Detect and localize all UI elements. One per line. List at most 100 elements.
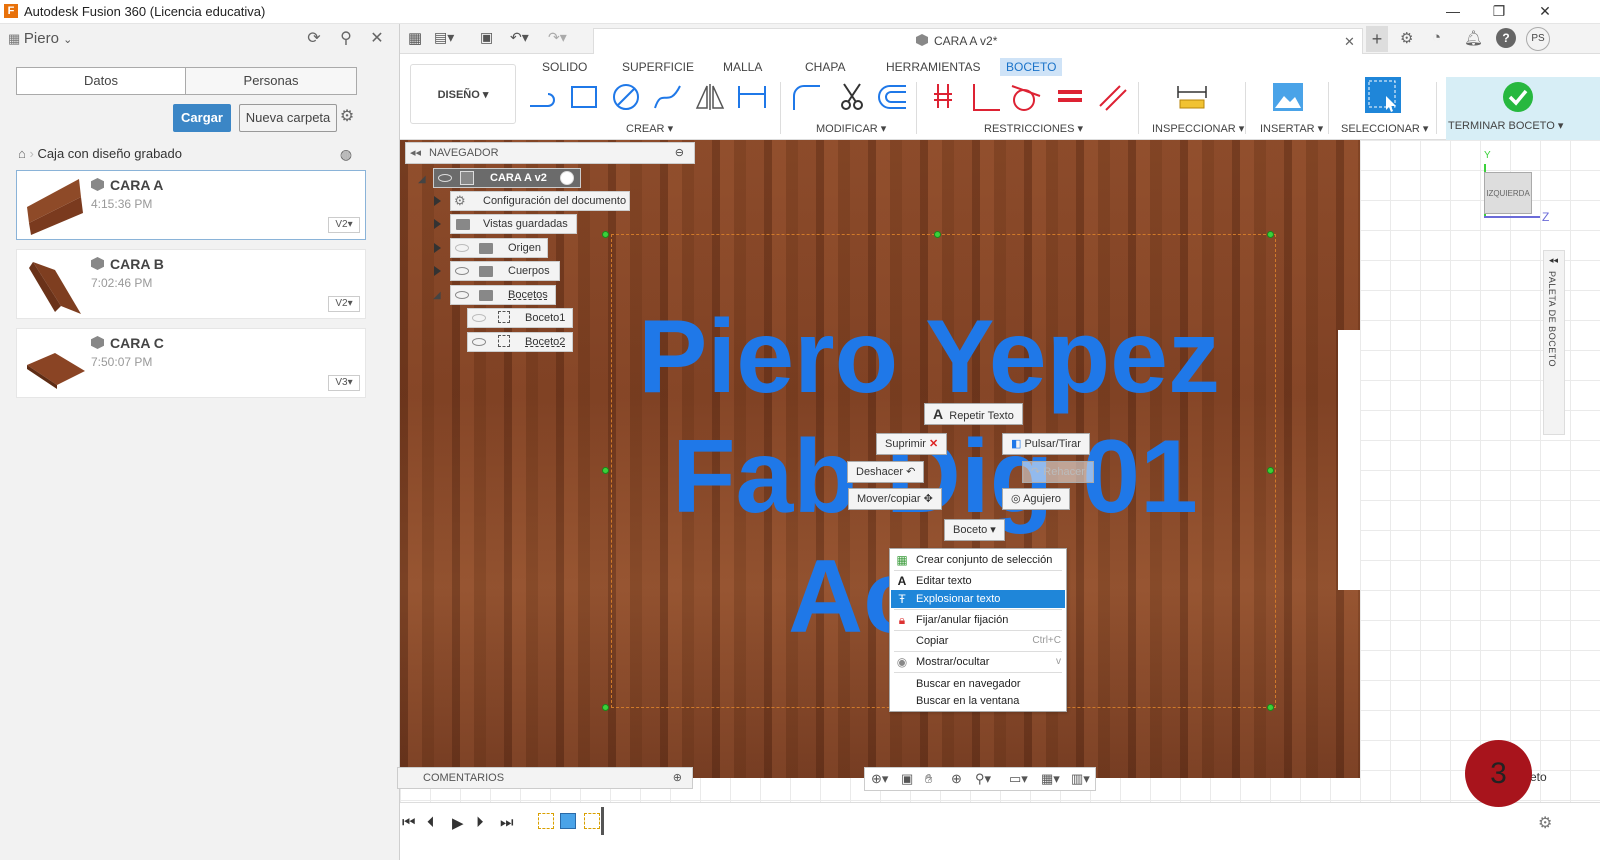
pan-icon[interactable]: ✋︎ bbox=[925, 771, 932, 787]
spline-tool-icon[interactable] bbox=[652, 82, 684, 112]
play-icon[interactable]: ▶︎ bbox=[452, 814, 464, 832]
close-icon[interactable]: ✕ bbox=[367, 29, 387, 49]
sketch-point[interactable] bbox=[1267, 704, 1274, 711]
activate-radio-icon[interactable] bbox=[560, 171, 574, 185]
version-dropdown[interactable]: V2▾ bbox=[328, 296, 360, 312]
visibility-eye-icon[interactable] bbox=[455, 291, 469, 299]
expand-arrow-icon[interactable] bbox=[434, 266, 441, 276]
navigator-root[interactable]: CARA A v2 bbox=[433, 168, 581, 188]
user-menu[interactable]: ▦ Piero ⌄ bbox=[8, 30, 72, 47]
dimension-tool-icon[interactable] bbox=[736, 82, 768, 112]
navigator-sketch-2[interactable]: Boceto2 bbox=[467, 332, 573, 352]
file-card-cara-c[interactable]: CARA C 7:50:07 PM V3▾ bbox=[16, 328, 366, 398]
redo-icon[interactable]: ↷▾ bbox=[548, 29, 567, 46]
menu-item-copy[interactable]: Copiar Ctrl+C bbox=[891, 632, 1065, 650]
navigator-header[interactable]: ◂◂ NAVEGADOR ⊖ bbox=[405, 142, 695, 164]
trim-tool-icon[interactable] bbox=[836, 82, 868, 112]
close-tab-icon[interactable]: ✕ bbox=[1344, 34, 1355, 50]
tab-solido[interactable]: SOLIDO bbox=[536, 58, 593, 76]
select-menu[interactable]: SELECCIONAR ▾ bbox=[1341, 122, 1428, 135]
line-tool-icon[interactable] bbox=[526, 82, 558, 112]
file-menu-icon[interactable]: ▤▾ bbox=[434, 29, 454, 46]
inspect-menu[interactable]: INSPECCIONAR ▾ bbox=[1152, 122, 1244, 135]
sketch-palette-tab[interactable]: ◂◂ PALETA DE BOCETO bbox=[1543, 250, 1565, 435]
constraints-menu[interactable]: RESTRICCIONES ▾ bbox=[984, 122, 1083, 135]
minimize-icon[interactable]: ⊖ bbox=[675, 143, 684, 163]
navigator-item-config[interactable]: ⚙ Configuración del documento bbox=[450, 191, 630, 211]
user-avatar[interactable]: PS bbox=[1526, 27, 1550, 51]
rectangle-tool-icon[interactable] bbox=[568, 82, 600, 112]
grid-menu-icon[interactable]: ▦ bbox=[408, 29, 422, 47]
expand-arrow-icon[interactable] bbox=[434, 243, 441, 253]
viewcube[interactable]: Y Z IZQUIERDA bbox=[1484, 150, 1549, 224]
zoom-icon[interactable]: ⊕ bbox=[951, 771, 962, 787]
menu-item-edit-text[interactable]: A Editar texto bbox=[891, 572, 1065, 590]
sketch-text-line-1[interactable]: Piero Yepez bbox=[638, 305, 1220, 409]
comments-panel[interactable]: COMENTARIOS ⊕ bbox=[397, 767, 693, 789]
viewcube-face[interactable]: IZQUIERDA bbox=[1484, 172, 1532, 214]
finish-sketch-button[interactable]: TERMINAR BOCETO ▾ bbox=[1446, 77, 1600, 140]
step-forward-icon[interactable]: ⏵︎ bbox=[476, 814, 484, 831]
gear-icon[interactable]: ⚙ bbox=[337, 107, 357, 127]
display-settings-icon[interactable]: ▭▾ bbox=[1009, 771, 1028, 787]
sketch-point[interactable] bbox=[934, 231, 941, 238]
marking-undo[interactable]: Deshacer ↶ bbox=[847, 461, 925, 483]
tab-datos[interactable]: Datos bbox=[16, 67, 186, 95]
grid-settings-icon[interactable]: ▦▾ bbox=[1041, 771, 1060, 787]
restore-button[interactable]: ❐ bbox=[1476, 0, 1522, 24]
job-status-icon[interactable]: ◔ bbox=[1432, 29, 1441, 46]
marking-move-copy[interactable]: Mover/copiar ✥ bbox=[848, 488, 942, 510]
globe-icon[interactable]: ◍ bbox=[336, 144, 356, 164]
breadcrumb-folder[interactable]: Caja con diseño grabado bbox=[37, 146, 182, 161]
measure-tool-icon[interactable] bbox=[1176, 82, 1208, 112]
menu-item-show-hide[interactable]: ◉ Mostrar/ocultar v bbox=[891, 653, 1065, 671]
modify-menu[interactable]: MODIFICAR ▾ bbox=[816, 122, 886, 135]
collapse-icon[interactable]: ◂◂ bbox=[406, 147, 429, 159]
document-tab[interactable]: CARA A v2* ✕ bbox=[593, 28, 1363, 54]
version-dropdown[interactable]: V2▾ bbox=[328, 217, 360, 233]
timeline-settings-icon[interactable]: ⚙ bbox=[1538, 813, 1552, 833]
mirror-tool-icon[interactable] bbox=[694, 82, 726, 112]
viewports-icon[interactable]: ▥▾ bbox=[1071, 771, 1090, 787]
perpendicular-constraint-icon[interactable] bbox=[970, 82, 1002, 112]
marking-repeat-text[interactable]: A Repetir Texto bbox=[924, 403, 1023, 425]
navigator-item-origin[interactable]: Origen bbox=[450, 238, 548, 258]
menu-item-find-in-window[interactable]: Buscar en la ventana bbox=[891, 692, 1065, 710]
navigator-item-sketches[interactable]: Bocetos bbox=[450, 285, 556, 305]
expand-root-icon[interactable]: ◢ bbox=[418, 174, 426, 185]
navigator-item-views[interactable]: Vistas guardadas bbox=[450, 214, 577, 234]
visibility-eye-icon[interactable] bbox=[438, 174, 452, 182]
sketch-point[interactable] bbox=[1267, 467, 1274, 474]
look-at-icon[interactable]: ▣ bbox=[901, 771, 913, 787]
tab-chapa[interactable]: CHAPA bbox=[799, 58, 851, 76]
menu-item-fix-unfix[interactable]: 🔒︎ Fijar/anular fijación bbox=[891, 611, 1065, 629]
refresh-icon[interactable]: ⟳ bbox=[304, 29, 324, 49]
circle-tool-icon[interactable] bbox=[610, 82, 642, 112]
select-tool-icon[interactable] bbox=[1364, 76, 1402, 114]
file-card-cara-a[interactable]: CARA A 4:15:36 PM V2▾ bbox=[16, 170, 366, 240]
orbit-icon[interactable]: ⊕▾ bbox=[871, 771, 888, 787]
expand-arrow-icon[interactable] bbox=[434, 219, 441, 229]
menu-item-find-in-browser[interactable]: Buscar en navegador bbox=[891, 675, 1065, 693]
expand-arrow-icon[interactable] bbox=[434, 196, 441, 206]
save-icon[interactable]: ▣ bbox=[480, 29, 493, 46]
coincident-constraint-icon[interactable] bbox=[928, 82, 960, 112]
tab-herramientas[interactable]: HERRAMIENTAS bbox=[880, 58, 986, 76]
go-to-end-icon[interactable]: ⏭︎ bbox=[500, 814, 514, 831]
sketch-point[interactable] bbox=[602, 704, 609, 711]
workspace-switcher[interactable]: DISEÑO ▾ bbox=[410, 64, 516, 124]
parallel-constraint-icon[interactable] bbox=[1096, 82, 1128, 112]
marking-delete[interactable]: Suprimir ✕ bbox=[876, 433, 948, 455]
insert-image-icon[interactable] bbox=[1272, 82, 1304, 112]
close-button[interactable]: ✕ bbox=[1522, 0, 1568, 24]
notifications-icon[interactable]: 🔔︎ bbox=[1464, 29, 1483, 47]
create-menu[interactable]: CREAR ▾ bbox=[626, 122, 673, 135]
tab-boceto[interactable]: BOCETO bbox=[1000, 58, 1063, 76]
timeline-sketch-icon[interactable] bbox=[584, 813, 600, 829]
navigator-item-bodies[interactable]: Cuerpos bbox=[450, 261, 560, 281]
marking-hole[interactable]: ◎ Agujero bbox=[1002, 488, 1070, 510]
menu-item-explode-text[interactable]: Ŧ Explosionar texto bbox=[891, 590, 1065, 608]
undo-icon[interactable]: ↶▾ bbox=[510, 29, 529, 46]
version-dropdown[interactable]: V3▾ bbox=[328, 375, 360, 391]
insert-menu[interactable]: INSERTAR ▾ bbox=[1260, 122, 1323, 135]
